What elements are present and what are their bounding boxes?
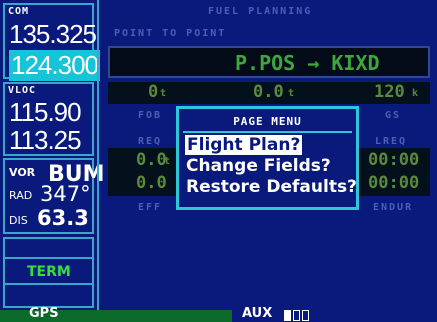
fob-value[interactable]: 0 bbox=[148, 82, 158, 102]
vloc-standby-frequency[interactable]: 113.25 bbox=[9, 125, 82, 156]
eff-label: EFF bbox=[138, 202, 163, 213]
cdi-divider bbox=[5, 257, 92, 259]
route-field[interactable]: P.POS → KIXD bbox=[108, 46, 430, 78]
radial-label: RAD bbox=[9, 189, 33, 202]
gps-mode-label[interactable]: GPS bbox=[29, 306, 59, 321]
page-subtitle: POINT TO POINT bbox=[114, 28, 227, 39]
page-group-label: AUX bbox=[242, 306, 273, 321]
page-menu-separator bbox=[183, 131, 352, 133]
menu-item-restore-defaults[interactable]: Restore Defaults? bbox=[186, 177, 357, 197]
page-menu: PAGE MENU Flight Plan? Change Fields? Re… bbox=[176, 106, 359, 210]
endur-label: ENDUR bbox=[373, 202, 414, 213]
vloc-label: VLOC bbox=[8, 85, 37, 96]
fob-label: FOB bbox=[138, 110, 163, 121]
endur-time[interactable]: 00:00 bbox=[368, 173, 419, 193]
com-active-frequency[interactable]: 135.325 bbox=[9, 19, 97, 50]
distance-label: DIS bbox=[9, 214, 28, 227]
groundspeed-value[interactable]: 120 bbox=[374, 82, 405, 102]
page-group-indicator: AUX bbox=[232, 306, 437, 322]
page-title: FUEL PLANNING bbox=[208, 6, 313, 17]
menu-item-change-fields[interactable]: Change Fields? bbox=[186, 156, 331, 176]
req-value[interactable]: 0.0 bbox=[136, 150, 167, 170]
groundspeed-label: GS bbox=[385, 110, 402, 121]
vloc-box[interactable]: VLOC 115.90 113.25 bbox=[3, 82, 94, 156]
route-text: P.POS → KIXD bbox=[235, 51, 380, 75]
fuel-row-1: 0 t 0.0 t 120 k bbox=[108, 82, 430, 104]
page-menu-title: PAGE MENU bbox=[233, 115, 302, 128]
com-standby-frequency[interactable]: 124.300 bbox=[9, 50, 100, 81]
req-unit: t bbox=[164, 156, 173, 167]
lreq-label: LREQ bbox=[375, 136, 408, 147]
eff-value[interactable]: 0.0 bbox=[136, 173, 167, 193]
lreq-time[interactable]: 00:00 bbox=[368, 150, 419, 170]
radial-value: 347° bbox=[40, 182, 91, 206]
cdi-box: TERM bbox=[3, 237, 94, 308]
distance-unit: nm bbox=[80, 212, 89, 225]
groundspeed-unit: k bbox=[412, 88, 421, 99]
fob-unit: t bbox=[160, 88, 169, 99]
cdi-scale-label: TERM bbox=[27, 264, 71, 280]
page-indicator-box bbox=[284, 310, 291, 321]
vloc-active-frequency[interactable]: 115.90 bbox=[9, 97, 82, 128]
req-label: REQ bbox=[138, 136, 163, 147]
page-indicator-box bbox=[293, 310, 300, 321]
column-divider bbox=[97, 0, 99, 310]
nav-info-box: VOR BUM RAD 347° DIS 63.3 nm bbox=[3, 158, 105, 234]
vor-label: VOR bbox=[9, 166, 36, 179]
page-indicator-box bbox=[302, 310, 309, 321]
fuel-mid-value[interactable]: 0.0 bbox=[253, 82, 284, 102]
fuel-mid-unit: t bbox=[288, 88, 297, 99]
com-box[interactable]: COM 135.325 124.300 bbox=[3, 3, 100, 81]
gns-screen: COM 135.325 124.300 VLOC 115.90 113.25 V… bbox=[0, 0, 437, 322]
com-label: COM bbox=[8, 6, 30, 17]
menu-item-flight-plan[interactable]: Flight Plan? bbox=[185, 135, 303, 155]
cdi-divider-2 bbox=[5, 283, 92, 285]
